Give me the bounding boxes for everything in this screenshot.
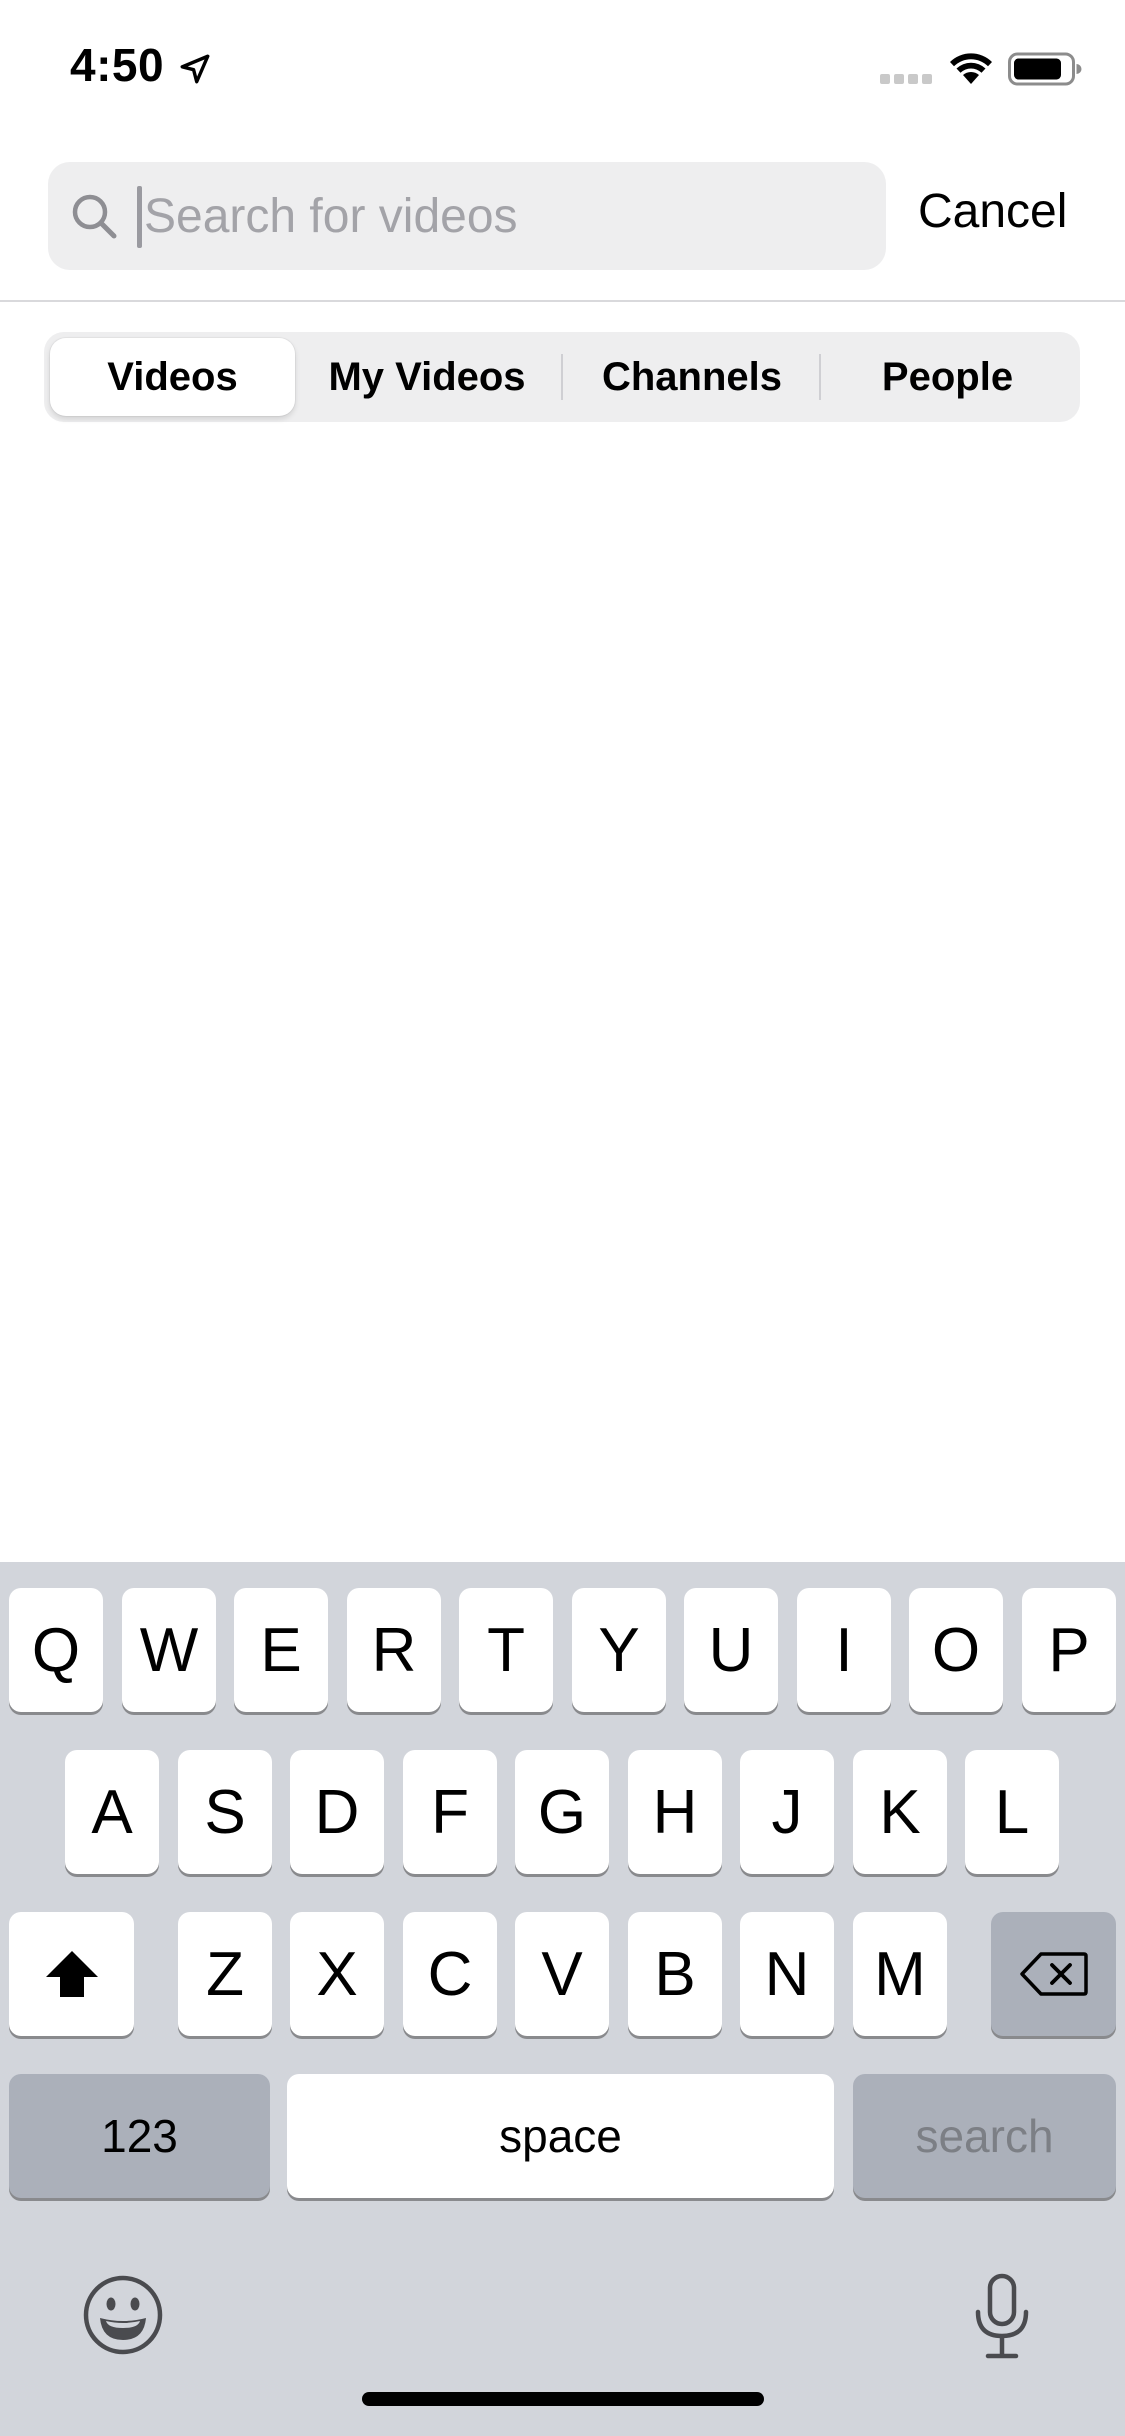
battery-icon — [1008, 52, 1082, 86]
key-n[interactable]: N — [740, 1912, 834, 2036]
key-j[interactable]: J — [740, 1750, 834, 1874]
microphone-icon[interactable] — [972, 2272, 1032, 2362]
magnifying-glass-icon — [72, 194, 117, 239]
key-f[interactable]: F — [403, 1750, 497, 1874]
numbers-key[interactable]: 123 — [9, 2074, 270, 2198]
key-b[interactable]: B — [628, 1912, 722, 2036]
header-divider — [0, 300, 1125, 302]
cancel-button[interactable]: Cancel — [918, 184, 1067, 239]
tab-videos[interactable]: Videos — [50, 332, 295, 422]
search-scope-tabs: Videos My Videos Channels People — [44, 332, 1080, 422]
tab-people[interactable]: People — [821, 332, 1074, 422]
delete-key[interactable] — [991, 1912, 1116, 2036]
search-field[interactable] — [48, 162, 886, 270]
key-m[interactable]: M — [853, 1912, 947, 2036]
location-arrow-icon — [180, 54, 210, 84]
shift-arrow-icon — [45, 1951, 98, 1997]
key-h[interactable]: H — [628, 1750, 722, 1874]
key-u[interactable]: U — [684, 1588, 778, 1712]
key-p[interactable]: P — [1022, 1588, 1116, 1712]
key-x[interactable]: X — [290, 1912, 384, 2036]
key-o[interactable]: O — [909, 1588, 1003, 1712]
key-c[interactable]: C — [403, 1912, 497, 2036]
key-q[interactable]: Q — [9, 1588, 103, 1712]
key-k[interactable]: K — [853, 1750, 947, 1874]
tab-my-videos[interactable]: My Videos — [302, 332, 552, 422]
keyboard: Q W E R T Y U I O P A S D F G H J K L Z … — [0, 1562, 1125, 2436]
key-t[interactable]: T — [459, 1588, 553, 1712]
status-bar: 4:50 — [0, 0, 1125, 140]
tab-channels[interactable]: Channels — [563, 332, 821, 422]
key-a[interactable]: A — [65, 1750, 159, 1874]
space-key[interactable]: space — [287, 2074, 834, 2198]
key-e[interactable]: E — [234, 1588, 328, 1712]
key-r[interactable]: R — [347, 1588, 441, 1712]
key-d[interactable]: D — [290, 1750, 384, 1874]
key-w[interactable]: W — [122, 1588, 216, 1712]
key-z[interactable]: Z — [178, 1912, 272, 2036]
key-i[interactable]: I — [797, 1588, 891, 1712]
emoji-icon[interactable] — [82, 2274, 164, 2356]
delete-backspace-icon — [1019, 1952, 1088, 1996]
key-y[interactable]: Y — [572, 1588, 666, 1712]
key-l[interactable]: L — [965, 1750, 1059, 1874]
key-v[interactable]: V — [515, 1912, 609, 2036]
cellular-signal-icon — [880, 74, 934, 84]
search-input[interactable] — [138, 162, 864, 270]
wifi-icon — [950, 53, 992, 84]
search-key[interactable]: search — [853, 2074, 1116, 2198]
key-s[interactable]: S — [178, 1750, 272, 1874]
key-g[interactable]: G — [515, 1750, 609, 1874]
shift-key[interactable] — [9, 1912, 134, 2036]
status-time: 4:50 — [70, 39, 165, 91]
home-indicator[interactable] — [362, 2392, 764, 2406]
